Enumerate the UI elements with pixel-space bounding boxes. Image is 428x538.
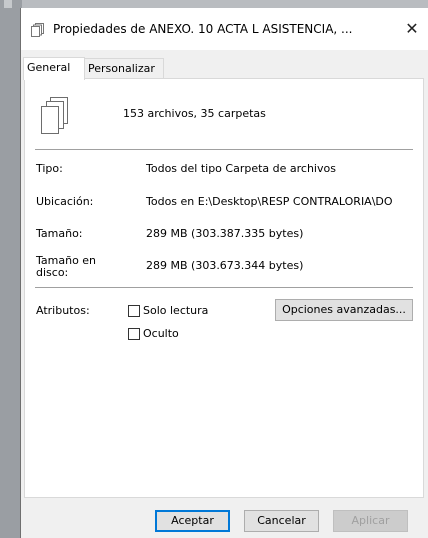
size-on-disk-value: 289 MB (303.673.344 bytes) — [146, 259, 304, 272]
divider — [35, 149, 413, 150]
item-count: 153 archivos, 35 carpetas — [123, 107, 266, 120]
properties-dialog: Propiedades de ANEXO. 10 ACTA L ASISTENC… — [20, 8, 428, 538]
background-window — [0, 0, 22, 538]
close-icon[interactable]: ✕ — [401, 18, 423, 40]
type-label: Tipo: — [36, 162, 63, 175]
hidden-checkbox[interactable] — [128, 328, 140, 340]
folder-pages-icon — [31, 23, 45, 37]
ok-button[interactable]: Aceptar — [155, 510, 230, 532]
tab-personalizar[interactable]: Personalizar — [84, 58, 164, 78]
size-label: Tamaño: — [36, 227, 83, 240]
general-panel: 153 archivos, 35 carpetas Tipo: Todos de… — [24, 78, 424, 498]
multiple-files-icon — [40, 97, 70, 135]
tab-general[interactable]: General — [23, 57, 85, 80]
type-value: Todos del tipo Carpeta de archivos — [146, 162, 336, 175]
hidden-label[interactable]: Oculto — [143, 327, 179, 340]
advanced-options-button[interactable]: Opciones avanzadas... — [275, 299, 413, 321]
background-window-tab — [4, 0, 12, 8]
title-bar[interactable]: Propiedades de ANEXO. 10 ACTA L ASISTENC… — [21, 8, 428, 50]
size-value: 289 MB (303.387.335 bytes) — [146, 227, 304, 240]
divider — [35, 287, 413, 288]
cancel-button[interactable]: Cancelar — [244, 510, 319, 532]
attributes-label: Atributos: — [36, 304, 90, 317]
location-value: Todos en E:\Desktop\RESP CONTRALORIA\DO — [146, 195, 393, 208]
location-label: Ubicación: — [36, 195, 94, 208]
read-only-checkbox[interactable] — [128, 305, 140, 317]
read-only-label[interactable]: Solo lectura — [143, 304, 208, 317]
size-on-disk-label: Tamaño en disco: — [36, 254, 97, 279]
window-title: Propiedades de ANEXO. 10 ACTA L ASISTENC… — [53, 22, 353, 36]
apply-button[interactable]: Aplicar — [333, 510, 408, 532]
